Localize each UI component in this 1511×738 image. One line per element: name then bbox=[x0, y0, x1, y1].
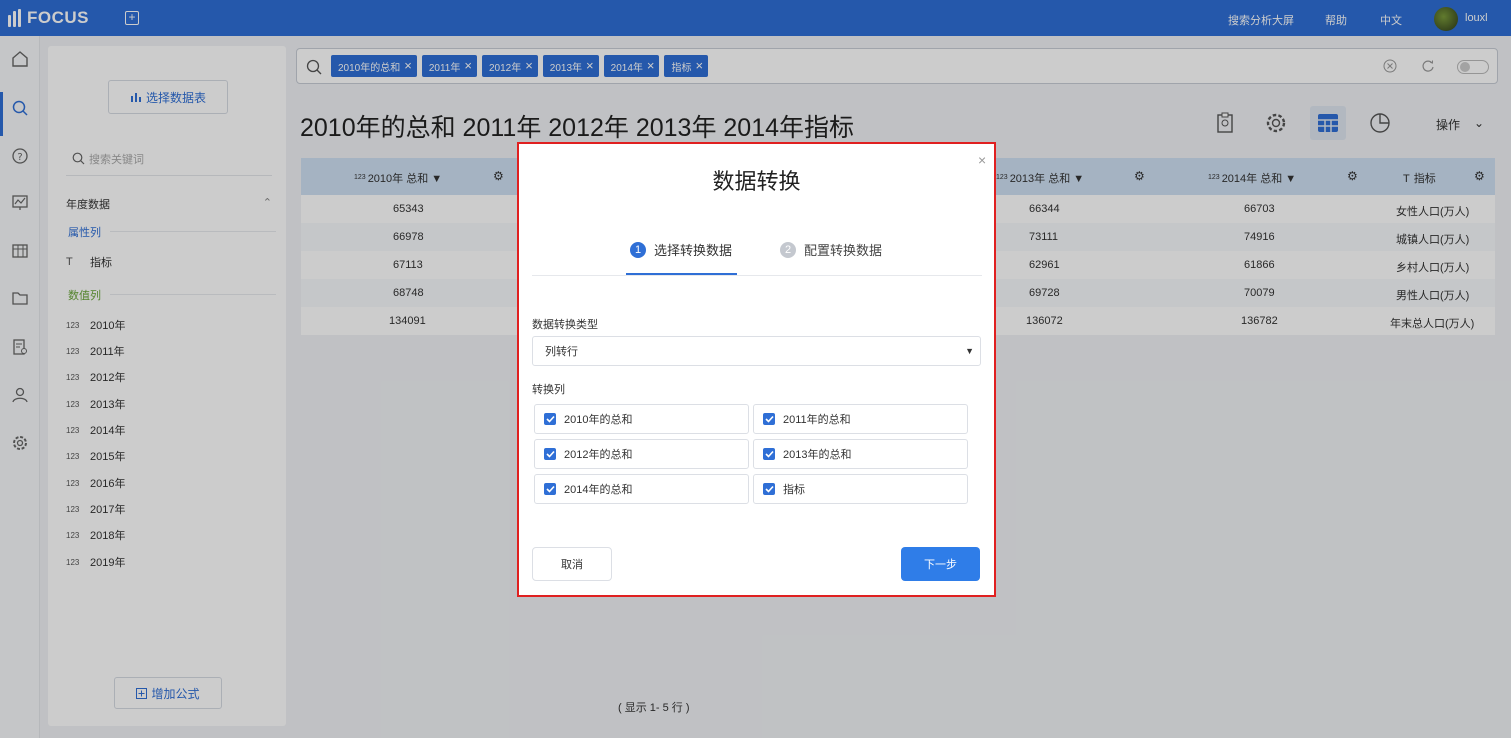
transform-type-value: 列转行 bbox=[545, 346, 578, 358]
checkbox-label: 2011年的总和 bbox=[783, 414, 851, 426]
stepper: 1 选择转换数据 2 配置转换数据 bbox=[532, 234, 982, 276]
checkbox-checked-icon[interactable] bbox=[544, 448, 556, 460]
column-checkbox[interactable]: 指标 bbox=[753, 474, 968, 504]
transform-type-label: 数据转换类型 bbox=[532, 319, 598, 331]
checkbox-checked-icon[interactable] bbox=[763, 483, 775, 495]
step-configure-data[interactable]: 2 配置转换数据 bbox=[780, 240, 882, 259]
cancel-button[interactable]: 取消 bbox=[532, 547, 612, 581]
data-transform-dialog: × 数据转换 1 选择转换数据 2 配置转换数据 数据转换类型 列转行 ▼ 转换… bbox=[517, 142, 996, 597]
column-checkbox[interactable]: 2014年的总和 bbox=[534, 474, 749, 504]
dropdown-arrow-icon: ▼ bbox=[965, 346, 974, 356]
step-label: 选择转换数据 bbox=[654, 243, 733, 258]
column-checkbox[interactable]: 2012年的总和 bbox=[534, 439, 749, 469]
checkbox-label: 2013年的总和 bbox=[783, 449, 852, 461]
next-button[interactable]: 下一步 bbox=[901, 547, 980, 581]
column-checkbox[interactable]: 2013年的总和 bbox=[753, 439, 968, 469]
active-step-underline bbox=[626, 273, 737, 275]
column-checkbox[interactable]: 2011年的总和 bbox=[753, 404, 968, 434]
transform-columns-label: 转换列 bbox=[532, 384, 565, 396]
checkbox-checked-icon[interactable] bbox=[763, 448, 775, 460]
dialog-title: 数据转换 bbox=[712, 169, 801, 194]
checkbox-label: 2014年的总和 bbox=[564, 484, 633, 496]
step-number: 1 bbox=[630, 241, 646, 258]
checkbox-checked-icon[interactable] bbox=[544, 413, 556, 425]
checkbox-checked-icon[interactable] bbox=[544, 483, 556, 495]
checkbox-label: 指标 bbox=[783, 484, 805, 496]
step-select-data[interactable]: 1 选择转换数据 bbox=[630, 240, 732, 259]
checkbox-checked-icon[interactable] bbox=[763, 413, 775, 425]
step-label: 配置转换数据 bbox=[804, 243, 883, 258]
transform-type-select[interactable]: 列转行 ▼ bbox=[532, 336, 981, 366]
step-number: 2 bbox=[780, 241, 796, 258]
checkbox-label: 2010年的总和 bbox=[564, 414, 633, 426]
checkbox-label: 2012年的总和 bbox=[564, 449, 633, 461]
column-checkbox[interactable]: 2010年的总和 bbox=[534, 404, 749, 434]
